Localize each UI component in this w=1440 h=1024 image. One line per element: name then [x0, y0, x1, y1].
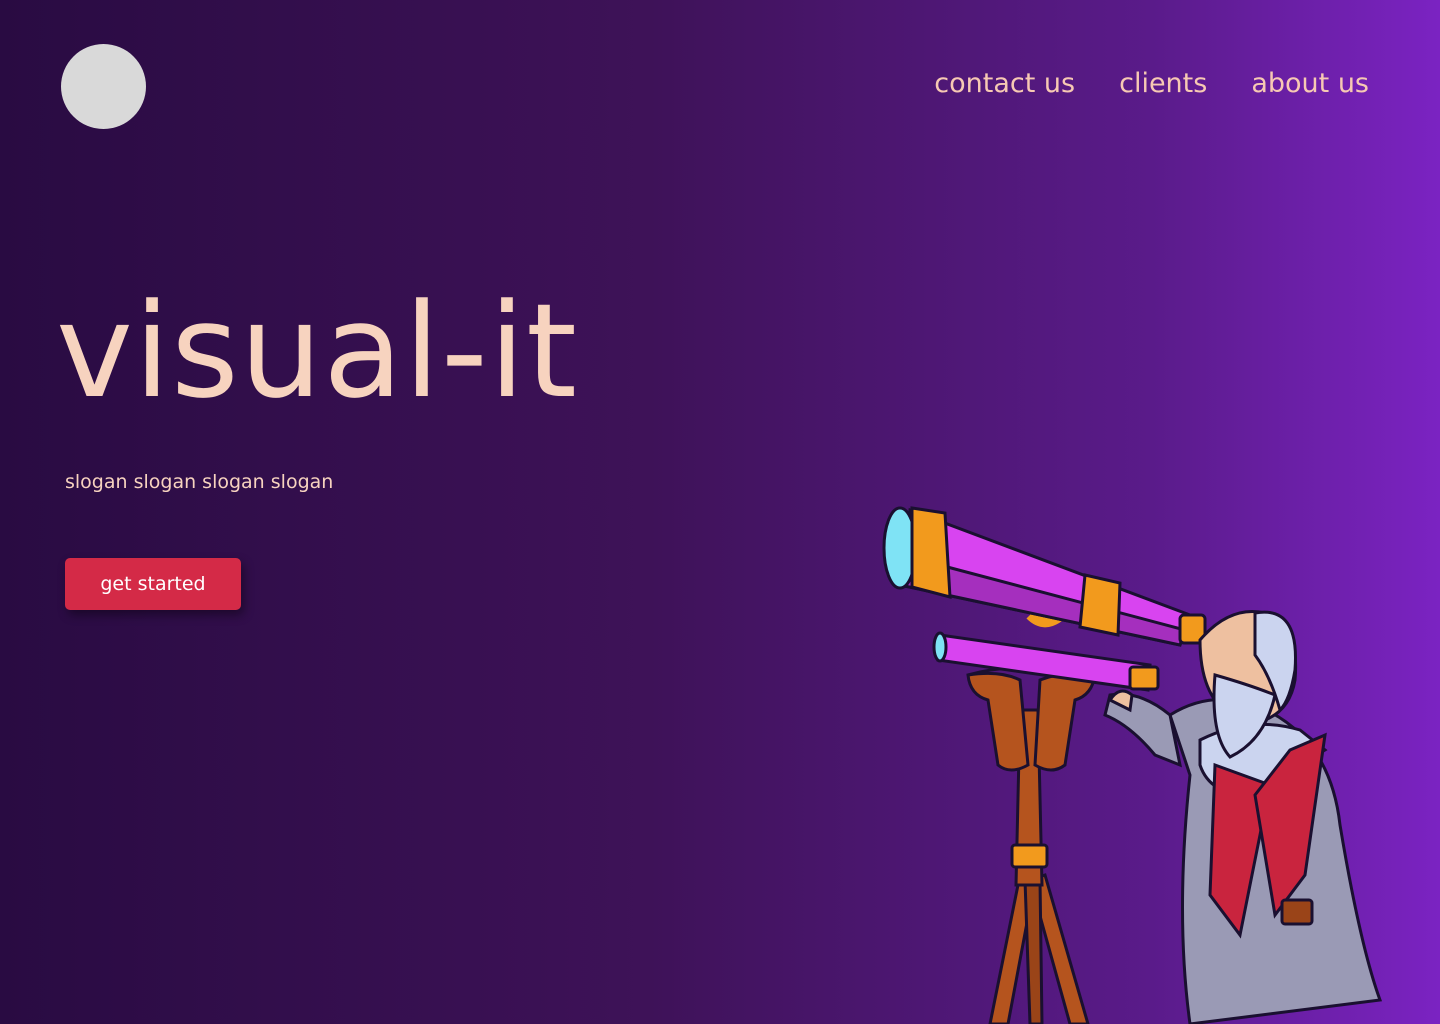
nav-clients[interactable]: clients [1119, 68, 1207, 99]
astronomer-illustration [882, 506, 1383, 1024]
get-started-button[interactable]: get started [65, 558, 241, 610]
nav-about-us[interactable]: about us [1251, 68, 1369, 99]
nav-contact-us[interactable]: contact us [934, 68, 1075, 99]
telescope-stand [966, 666, 1097, 887]
hero-slogan: slogan slogan slogan slogan [65, 471, 334, 493]
tripod-legs [988, 873, 1090, 1024]
logo[interactable] [61, 44, 146, 129]
main-nav: contact us clients about us [934, 68, 1369, 99]
hero-title: visual-it [56, 275, 578, 427]
telescope [882, 506, 1207, 692]
